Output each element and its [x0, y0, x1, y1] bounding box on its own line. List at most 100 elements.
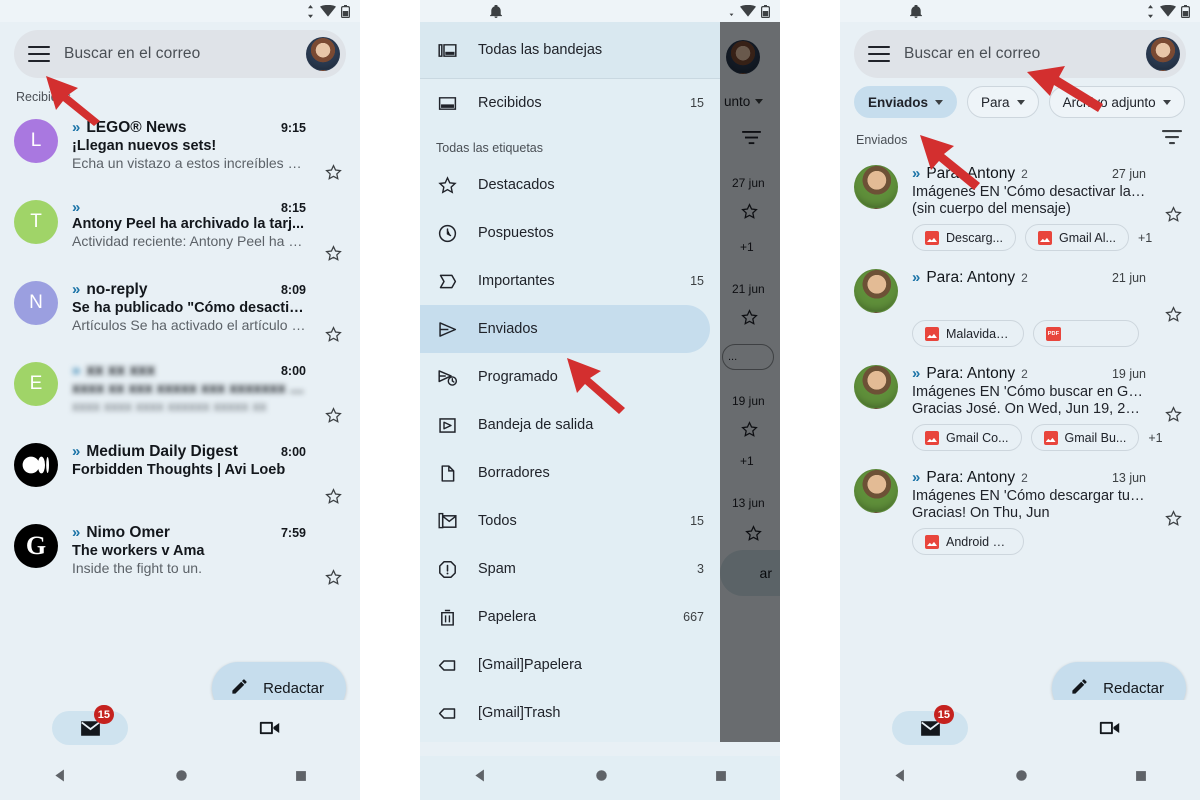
star-icon[interactable]	[320, 362, 346, 425]
drawer-item-trash[interactable]: Papelera 667	[420, 593, 720, 641]
recents-square-icon[interactable]	[1134, 769, 1148, 788]
list-item[interactable]: » Para: Antony 2 13 jun Imágenes EN 'Cóm…	[840, 460, 1200, 564]
attachment-chip[interactable]: Malavida A...	[912, 320, 1024, 347]
filter-chip-enviados[interactable]: Enviados	[854, 86, 958, 118]
list-item[interactable]: T » 8:15 Antony Peel ha archivado la tar…	[0, 191, 360, 272]
avatar[interactable]	[306, 37, 340, 71]
panel-gap	[780, 0, 840, 800]
all-inboxes-icon	[436, 39, 458, 61]
home-circle-icon[interactable]	[1014, 768, 1029, 788]
search-input[interactable]: Buscar en el correo	[904, 45, 1132, 63]
email-sender: Medium Daily Digest	[86, 443, 238, 460]
email-sender: LEGO® News	[86, 119, 187, 136]
avatar[interactable]	[1146, 37, 1180, 71]
star-icon[interactable]	[1160, 469, 1186, 528]
nav-meet-button[interactable]	[232, 711, 308, 745]
attachment-chip[interactable]: Gmail Al...	[1024, 224, 1129, 251]
drawer-item-gmail-trash[interactable]: [Gmail]Trash	[420, 689, 720, 737]
star-icon[interactable]	[1160, 365, 1186, 424]
avatar	[854, 469, 898, 513]
search-bar-container: Buscar en el correo	[840, 22, 1200, 78]
battery-icon	[1181, 4, 1190, 18]
email-sender: Para: Antony	[926, 365, 1016, 382]
drawer-item-all-mail[interactable]: Todos 15	[420, 497, 720, 545]
star-icon[interactable]	[320, 200, 346, 263]
image-attachment-icon	[925, 326, 939, 341]
star-icon[interactable]	[320, 524, 346, 587]
search-input[interactable]: Buscar en el correo	[64, 45, 292, 63]
attachment-chip[interactable]: PDF	[1033, 320, 1139, 347]
hamburger-menu-icon[interactable]	[28, 46, 50, 62]
email-subject: The workers v Ama	[72, 543, 205, 559]
drawer-item-snoozed[interactable]: Pospuestos	[420, 209, 720, 257]
drawer-item-label: [Gmail]Papelera	[478, 657, 582, 673]
email-snippet: Gracias José. On Wed, Jun 19, 2024...	[912, 401, 1146, 417]
send-icon	[436, 318, 458, 340]
recents-square-icon[interactable]	[294, 769, 308, 788]
all-mail-icon	[436, 510, 458, 532]
back-triangle-icon[interactable]	[892, 767, 909, 789]
filter-icon[interactable]	[1162, 130, 1182, 150]
attachment-chip[interactable]: Descarg...	[912, 224, 1016, 251]
image-attachment-icon	[1037, 230, 1052, 245]
email-sender: Nimo Omer	[86, 524, 170, 541]
back-triangle-icon[interactable]	[472, 767, 489, 789]
drawer-item-all-inboxes[interactable]: Todas las bandejas	[420, 22, 720, 78]
drawer-item-inbox[interactable]: Recibidos 15	[420, 79, 720, 127]
search-bar[interactable]: Buscar en el correo	[14, 30, 346, 78]
drawer-item-label: Recibidos	[478, 95, 542, 111]
list-item[interactable]: » Para: Antony 2 27 jun Imágenes EN 'Cóm…	[840, 156, 1200, 260]
nav-mail-button[interactable]: 15	[892, 705, 968, 745]
home-circle-icon[interactable]	[174, 768, 189, 788]
drawer-item-count: 15	[690, 96, 704, 110]
list-item[interactable]: N » no-reply 8:09 Se ha publicado "Cómo …	[0, 272, 360, 353]
filter-chip-archivo-adjunto[interactable]: Archivo adjunto	[1048, 86, 1185, 118]
chevron-down-icon	[1016, 99, 1025, 105]
avatar: L	[14, 119, 58, 163]
hamburger-menu-icon[interactable]	[868, 46, 890, 62]
email-time: 8:15	[280, 201, 306, 215]
attachment-chip[interactable]: Gmail Co...	[912, 424, 1022, 451]
list-item[interactable]: G » Nimo Omer 7:59 The workers v Ama Ins…	[0, 515, 360, 596]
nav-mail-button[interactable]: 15	[52, 705, 128, 745]
drawer-item-count: 15	[690, 514, 704, 528]
system-nav-bar	[840, 756, 1200, 800]
draft-icon	[436, 462, 458, 484]
email-snippet: xxxx xxxx xxxx xxxxxx xxxxx xx	[72, 398, 267, 414]
search-bar[interactable]: Buscar en el correo	[854, 30, 1186, 78]
star-icon[interactable]	[320, 281, 346, 344]
star-icon[interactable]	[1160, 165, 1186, 224]
email-sender: xx xx xxx	[86, 362, 156, 379]
list-item[interactable]: » Para: Antony 2 21 jun Malavida A... PD…	[840, 260, 1200, 356]
home-circle-icon[interactable]	[594, 768, 609, 788]
drawer-item-drafts[interactable]: Borradores	[420, 449, 720, 497]
drawer-scrim[interactable]	[720, 22, 780, 742]
filter-chip-para[interactable]: Para	[967, 86, 1039, 118]
email-list: » Para: Antony 2 27 jun Imágenes EN 'Cóm…	[840, 156, 1200, 564]
list-item[interactable]: » Medium Daily Digest 8:00 Forbidden Tho…	[0, 434, 360, 515]
star-icon[interactable]	[320, 443, 346, 506]
drawer-item-gmail-papelera[interactable]: [Gmail]Papelera	[420, 641, 720, 689]
drawer-item-starred[interactable]: Destacados	[420, 161, 720, 209]
nav-meet-button[interactable]	[1072, 711, 1148, 745]
attachment-chip[interactable]: Android G...	[912, 528, 1024, 555]
compose-label: Redactar	[1103, 679, 1164, 697]
drawer-item-outbox[interactable]: Bandeja de salida	[420, 401, 720, 449]
star-icon[interactable]	[1160, 269, 1186, 324]
unread-chevron-icon: »	[72, 443, 81, 460]
list-item[interactable]: E » xx xx xxx 8:00 xxxx xx xxx xxxxx xxx…	[0, 353, 360, 434]
drawer-item-spam[interactable]: Spam 3	[420, 545, 720, 593]
avatar: N	[14, 281, 58, 325]
recents-square-icon[interactable]	[714, 769, 728, 788]
drawer-item-sent[interactable]: Enviados	[420, 305, 710, 353]
star-icon[interactable]	[320, 119, 346, 182]
unread-chevron-icon: »	[912, 469, 921, 486]
email-sender: Para: Antony	[926, 165, 1016, 182]
list-item[interactable]: L » LEGO® News 9:15 ¡Llegan nuevos sets!…	[0, 110, 360, 191]
list-item[interactable]: » Para: Antony 2 19 jun Imágenes EN 'Cóm…	[840, 356, 1200, 460]
drawer-item-scheduled[interactable]: Programado	[420, 353, 720, 401]
image-attachment-icon	[1043, 430, 1058, 445]
back-triangle-icon[interactable]	[52, 767, 69, 789]
attachment-chip[interactable]: Gmail Bu...	[1030, 424, 1140, 451]
drawer-item-important[interactable]: Importantes 15	[420, 257, 720, 305]
